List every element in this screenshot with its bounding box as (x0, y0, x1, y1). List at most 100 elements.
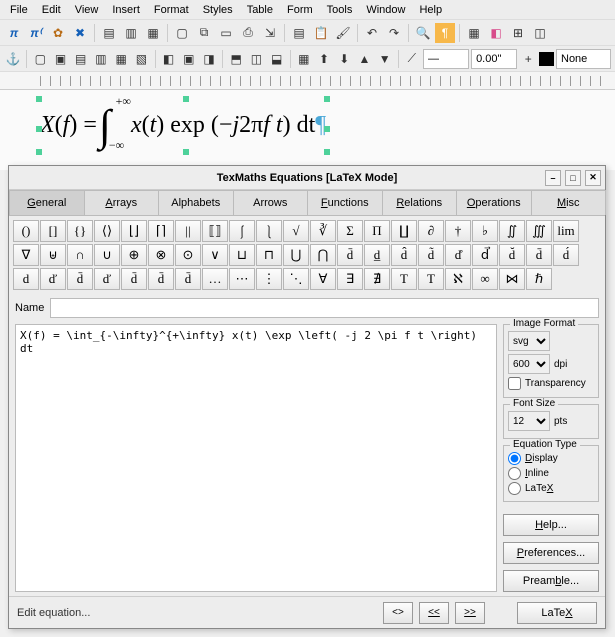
resize-handle[interactable] (324, 126, 330, 132)
fg-icon[interactable]: ▲ (355, 49, 373, 69)
align-c-icon[interactable]: ▣ (180, 49, 198, 69)
symbol-button[interactable]: † (445, 220, 471, 242)
symbol-button[interactable]: d⃗ (472, 244, 498, 266)
wrap2-icon[interactable]: ▣ (51, 49, 69, 69)
ruler[interactable] (0, 72, 615, 90)
wrap6-icon[interactable]: ▧ (132, 49, 150, 69)
resize-handle[interactable] (183, 149, 189, 155)
export-icon[interactable]: ⇲ (260, 23, 280, 43)
radio-display[interactable] (508, 452, 521, 465)
print-icon[interactable]: ⎙ (238, 23, 258, 43)
doc2-icon[interactable]: ▥ (121, 23, 141, 43)
equation-object[interactable]: X(f) = ∫ +∞ −∞ x(t) exp (−j2πf t) dt ¶ (40, 100, 326, 151)
symbol-button[interactable]: ∃ (337, 268, 363, 290)
style-field[interactable]: None (556, 49, 611, 69)
symbol-button[interactable]: √ (283, 220, 309, 242)
pi-numbered-icon[interactable]: π⁽ (26, 23, 46, 43)
format-select[interactable]: svg (508, 331, 550, 351)
tab-arrows[interactable]: Arrows (233, 190, 309, 215)
symbol-button[interactable]: ⎰ (229, 220, 255, 242)
preamble-button[interactable]: Preamble... (503, 570, 599, 592)
symbol-button[interactable]: ď (94, 268, 120, 290)
bg-icon[interactable]: ▼ (376, 49, 394, 69)
symbol-button[interactable]: || (175, 220, 201, 242)
menu-edit[interactable]: Edit (36, 2, 67, 18)
cut-icon[interactable]: ▦ (143, 23, 163, 43)
form-icon[interactable]: ▭ (216, 23, 236, 43)
front-icon[interactable]: ⬆ (315, 49, 333, 69)
symbol-button[interactable]: ⋈ (499, 268, 525, 290)
symbol-button[interactable]: lim (553, 220, 579, 242)
symbol-button[interactable]: ⊙ (175, 244, 201, 266)
symbol-button[interactable]: () (13, 220, 39, 242)
wrap3-icon[interactable]: ▤ (72, 49, 90, 69)
search-icon[interactable]: 🔍 (413, 23, 433, 43)
symbol-button[interactable]: d̄ (526, 244, 552, 266)
symbol-button[interactable]: ∐ (391, 220, 417, 242)
doc3-icon[interactable]: ▤ (289, 23, 309, 43)
symbol-button[interactable]: Σ (337, 220, 363, 242)
symbol-button[interactable]: ♭ (472, 220, 498, 242)
menu-file[interactable]: File (4, 2, 34, 18)
name-input[interactable] (50, 298, 599, 318)
maximize-button[interactable]: □ (565, 170, 581, 186)
symbol-button[interactable]: ⋂ (310, 244, 336, 266)
symbol-button[interactable]: ⊓ (256, 244, 282, 266)
resize-handle[interactable] (36, 126, 42, 132)
symbol-button[interactable]: ⋃ (283, 244, 309, 266)
symbol-button[interactable]: d̄ (175, 268, 201, 290)
symbol-button[interactable]: … (202, 268, 228, 290)
radio-inline[interactable] (508, 467, 521, 480)
dpi-select[interactable]: 600 (508, 354, 550, 374)
nav-first-button[interactable]: <> (383, 602, 413, 624)
symbol-button[interactable]: {} (67, 220, 93, 242)
latex-editor[interactable]: X(f) = \int_{-\infty}^{+\infty} x(t) \ex… (15, 324, 497, 592)
menu-help[interactable]: Help (413, 2, 448, 18)
symbol-button[interactable]: ∨ (202, 244, 228, 266)
symbol-button[interactable]: ∭ (526, 220, 552, 242)
symbol-button[interactable]: ∇ (13, 244, 39, 266)
tab-general[interactable]: General (9, 190, 85, 215)
symbol-button[interactable]: d́ (553, 244, 579, 266)
tab-functions[interactable]: Functions (307, 190, 383, 215)
symbol-button[interactable]: T (391, 268, 417, 290)
symbol-button[interactable]: ∬ (499, 220, 525, 242)
symbol-button[interactable]: ⊕ (121, 244, 147, 266)
radio-latex[interactable] (508, 482, 521, 495)
align-l-icon[interactable]: ◧ (159, 49, 177, 69)
align-t-icon[interactable]: ⬒ (227, 49, 245, 69)
paint-icon[interactable]: 🖌 (333, 23, 353, 43)
plus-icon[interactable]: + (519, 49, 537, 69)
back-icon[interactable]: ⬇ (335, 49, 353, 69)
symbol-button[interactable]: ⎱ (256, 220, 282, 242)
symbol-button[interactable]: ⊔ (229, 244, 255, 266)
clip-icon[interactable]: 📋 (311, 23, 331, 43)
symbol-button[interactable]: ∩ (67, 244, 93, 266)
symbol-button[interactable]: d̄ (67, 268, 93, 290)
gear-icon[interactable]: ✿ (48, 23, 68, 43)
menu-table[interactable]: Table (241, 2, 279, 18)
redo-icon[interactable]: ↷ (384, 23, 404, 43)
doc-icon[interactable]: ▤ (99, 23, 119, 43)
font-size-select[interactable]: 12 (508, 411, 550, 431)
symbol-button[interactable]: d̃ (418, 244, 444, 266)
symbol-button[interactable]: ⌊⌋ (121, 220, 147, 242)
symbol-button[interactable]: ∀ (310, 268, 336, 290)
img-icon[interactable]: ▦ (464, 23, 484, 43)
symbol-button[interactable]: ď (40, 268, 66, 290)
symbol-button[interactable]: ⟦⟧ (202, 220, 228, 242)
symbol-button[interactable]: ⟨⟩ (94, 220, 120, 242)
border-icon[interactable]: ▦ (295, 49, 313, 69)
symbol-button[interactable]: ⋮ (256, 268, 282, 290)
wrap4-icon[interactable]: ▥ (92, 49, 110, 69)
symbol-button[interactable]: ∂ (418, 220, 444, 242)
menu-form[interactable]: Form (281, 2, 319, 18)
page-icon[interactable]: ▢ (172, 23, 192, 43)
tab-alphabets[interactable]: Alphabets (158, 190, 234, 215)
bookmark-icon[interactable]: ◧ (486, 23, 506, 43)
wrap5-icon[interactable]: ▦ (112, 49, 130, 69)
symbol-button[interactable]: ∞ (472, 268, 498, 290)
symbol-button[interactable]: d̂ (391, 244, 417, 266)
help-button[interactable]: Help... (503, 514, 599, 536)
resize-handle[interactable] (324, 96, 330, 102)
